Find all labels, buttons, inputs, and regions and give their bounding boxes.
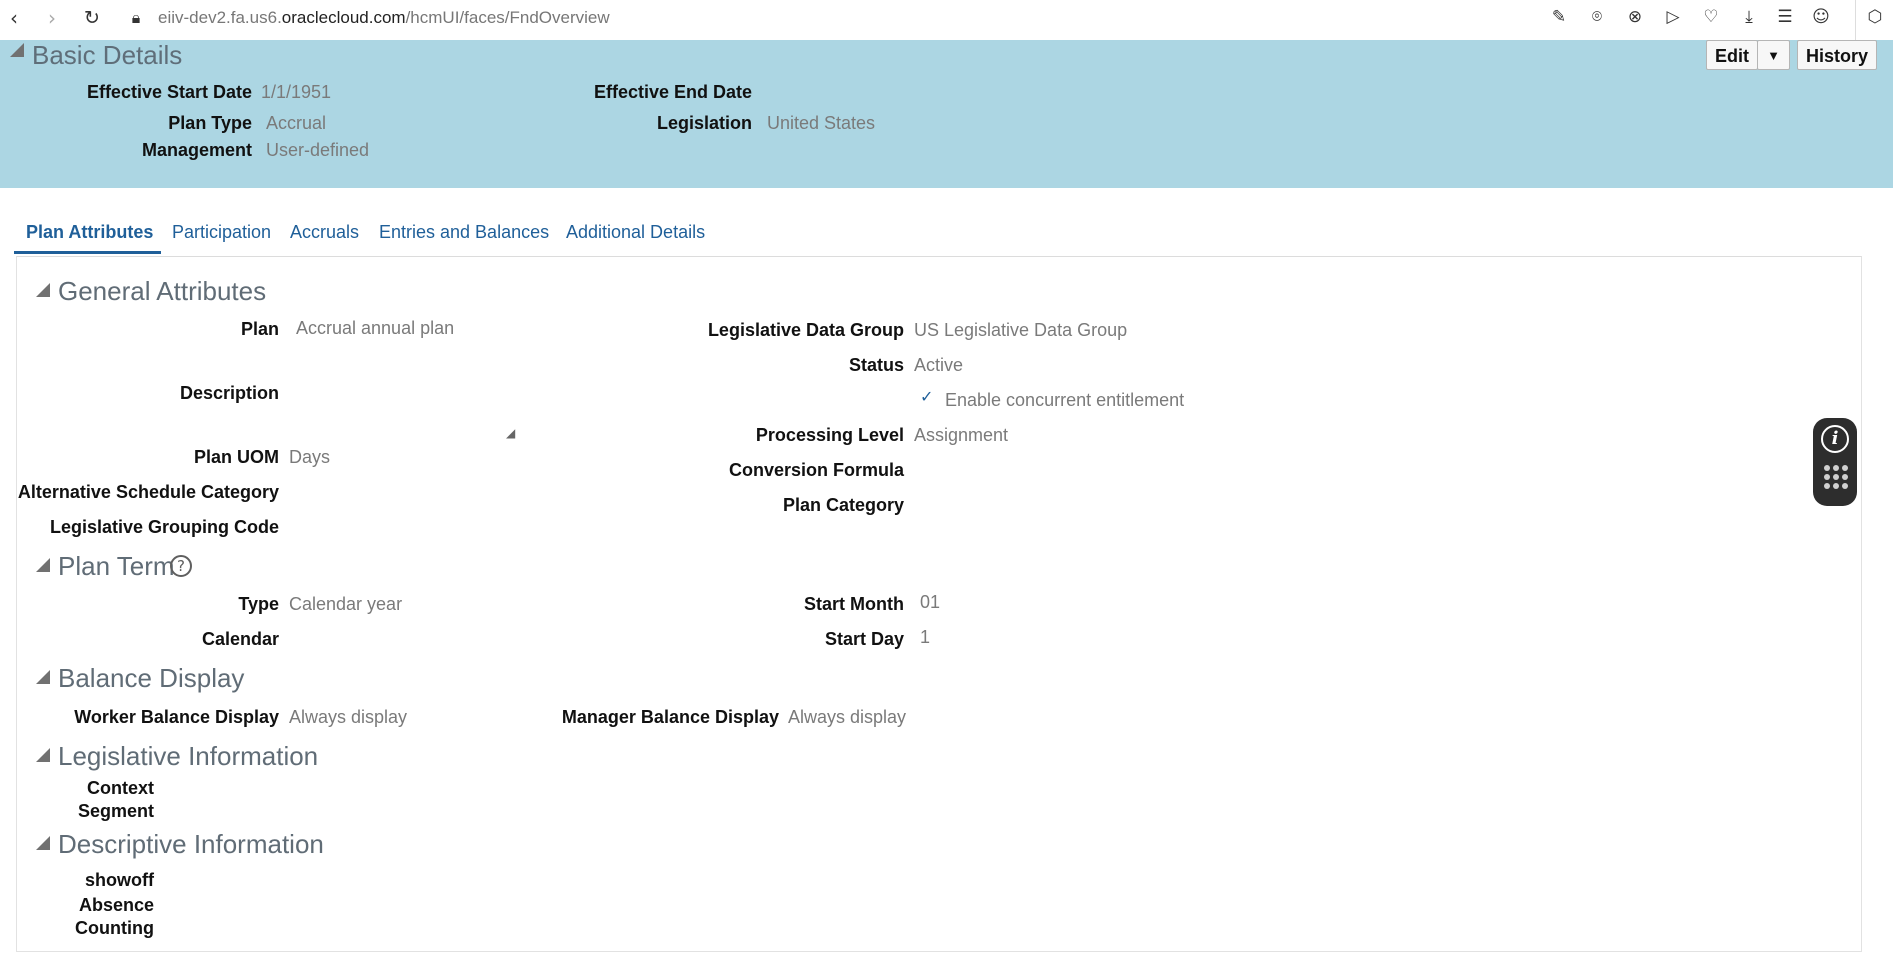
plan-category-label: Plan Category: [782, 495, 904, 515]
edit-button[interactable]: Edit: [1706, 40, 1758, 70]
chevron-down-icon: ▼: [1767, 48, 1780, 63]
conversion-formula-label: Conversion Formula: [728, 460, 904, 480]
checkmark-icon: ✓: [920, 387, 934, 406]
cube-icon[interactable]: ⬡: [1862, 4, 1888, 30]
edit-icon[interactable]: ✎: [1546, 4, 1572, 30]
resize-handle-icon[interactable]: ◢: [506, 426, 515, 440]
processing-level-value: Assignment: [914, 425, 1009, 445]
calendar-label: Calendar: [201, 629, 279, 649]
worker-balance-display-value: Always display: [289, 707, 408, 727]
context-segment-label-line2: Segment: [77, 801, 154, 821]
effective-end-date-label: Effective End Date: [593, 82, 752, 102]
address-bar[interactable]: eiiv-dev2.fa.us6.oraclecloud.com/hcmUI/f…: [158, 5, 610, 31]
collapse-descriptive-information-icon[interactable]: [36, 836, 50, 850]
url-domain: oraclecloud.com: [281, 8, 406, 27]
url-path: /hcmUI/faces/FndOverview: [405, 8, 610, 27]
concurrent-entitlement-checkbox[interactable]: ✓: [920, 387, 933, 406]
edit-dropdown-button[interactable]: ▼: [1757, 40, 1790, 70]
plan-uom-value: Days: [289, 447, 331, 467]
manager-balance-display-value: Always display: [788, 707, 907, 727]
plan-type-value: Accrual: [266, 113, 327, 133]
floating-help-widget[interactable]: i: [1813, 418, 1857, 506]
info-icon[interactable]: i: [1821, 425, 1849, 453]
description-label: Description: [179, 383, 279, 403]
start-day-value: 1: [920, 627, 931, 647]
reload-icon[interactable]: ↻: [78, 4, 106, 32]
collapse-legislative-information-icon[interactable]: [36, 748, 50, 762]
balance-display-title: Balance Display: [58, 663, 245, 693]
collapse-basic-details-icon[interactable]: [10, 43, 24, 57]
descriptive-information-title: Descriptive Information: [58, 829, 324, 859]
browser-toolbar: ‹ › ↻ 🔒︎ eiiv-dev2.fa.us6.oraclecloud.co…: [0, 0, 1893, 41]
plan-type-label: Plan Type: [168, 113, 252, 133]
basic-details-title: Basic Details: [32, 40, 183, 70]
forward-icon[interactable]: ›: [38, 4, 66, 32]
history-button[interactable]: History: [1797, 40, 1877, 70]
back-icon[interactable]: ‹: [0, 4, 28, 32]
collapse-balance-display-icon[interactable]: [36, 670, 50, 684]
camera-icon[interactable]: ⌾: [1584, 4, 1610, 30]
legislation-value: United States: [767, 113, 876, 133]
concurrent-entitlement-label: Enable concurrent entitlement: [945, 390, 1185, 410]
active-tab-indicator: [14, 251, 161, 254]
plan-uom-label: Plan UOM: [193, 447, 279, 467]
menu-icon[interactable]: ☰: [1772, 4, 1798, 30]
start-day-label: Start Day: [824, 629, 904, 649]
legislation-label: Legislation: [656, 113, 752, 133]
type-label: Type: [238, 594, 279, 614]
lock-icon[interactable]: 🔒︎: [122, 4, 150, 32]
general-attributes-title: General Attributes: [58, 276, 267, 306]
legislative-information-title: Legislative Information: [58, 741, 319, 771]
download-icon[interactable]: ⤓: [1736, 4, 1762, 30]
manager-balance-display-label: Manager Balance Display: [561, 707, 779, 727]
keypad-icon[interactable]: [1824, 465, 1848, 491]
tab-accruals[interactable]: Accruals: [290, 222, 359, 243]
tab-plan-attributes[interactable]: Plan Attributes: [26, 222, 153, 243]
management-value: User-defined: [266, 140, 370, 160]
tab-additional-details[interactable]: Additional Details: [566, 222, 705, 243]
legislative-data-group-label: Legislative Data Group: [707, 320, 904, 340]
status-label: Status: [848, 355, 904, 375]
tab-participation[interactable]: Participation: [172, 222, 271, 243]
descriptive-field-label-line2: Absence: [78, 895, 154, 915]
legislative-grouping-code-label: Legislative Grouping Code: [49, 517, 279, 537]
play-icon[interactable]: ▷: [1660, 4, 1686, 30]
tab-entries-and-balances[interactable]: Entries and Balances: [379, 222, 549, 243]
url-prefix: eiiv-dev2.fa.us6.: [158, 8, 282, 27]
start-month-value: 01: [920, 592, 941, 612]
status-value: Active: [914, 355, 964, 375]
help-icon[interactable]: ?: [170, 555, 192, 577]
context-segment-label-line1: Context: [87, 778, 154, 798]
profile-icon[interactable]: ☺: [1808, 4, 1834, 30]
plan-label: Plan: [240, 319, 279, 339]
type-value: Calendar year: [289, 594, 403, 614]
collapse-general-attributes-icon[interactable]: [36, 283, 50, 297]
management-label: Management: [141, 140, 252, 160]
effective-start-date-label: Effective Start Date: [86, 82, 252, 102]
alternative-schedule-category-label: Alternative Schedule Category: [17, 482, 279, 502]
collapse-plan-term-icon[interactable]: [36, 558, 50, 572]
descriptive-field-label-line3: Counting: [75, 918, 154, 938]
start-month-label: Start Month: [804, 594, 904, 614]
heart-icon[interactable]: ♡: [1698, 4, 1724, 30]
legislative-data-group-value: US Legislative Data Group: [914, 320, 1128, 340]
effective-start-date-value: 1/1/1951: [261, 82, 332, 102]
plan-term-title: Plan Term: [58, 551, 175, 581]
toolbar-divider: [1855, 0, 1856, 40]
plan-value: Accrual annual plan: [296, 318, 455, 338]
close-circle-icon[interactable]: ⊗: [1622, 4, 1648, 30]
worker-balance-display-label: Worker Balance Display: [74, 707, 279, 727]
descriptive-field-label-line1: showoff: [85, 870, 154, 890]
processing-level-label: Processing Level: [755, 425, 904, 445]
basic-details-panel: Basic Details Edit ▼ History Effective S…: [0, 40, 1893, 188]
